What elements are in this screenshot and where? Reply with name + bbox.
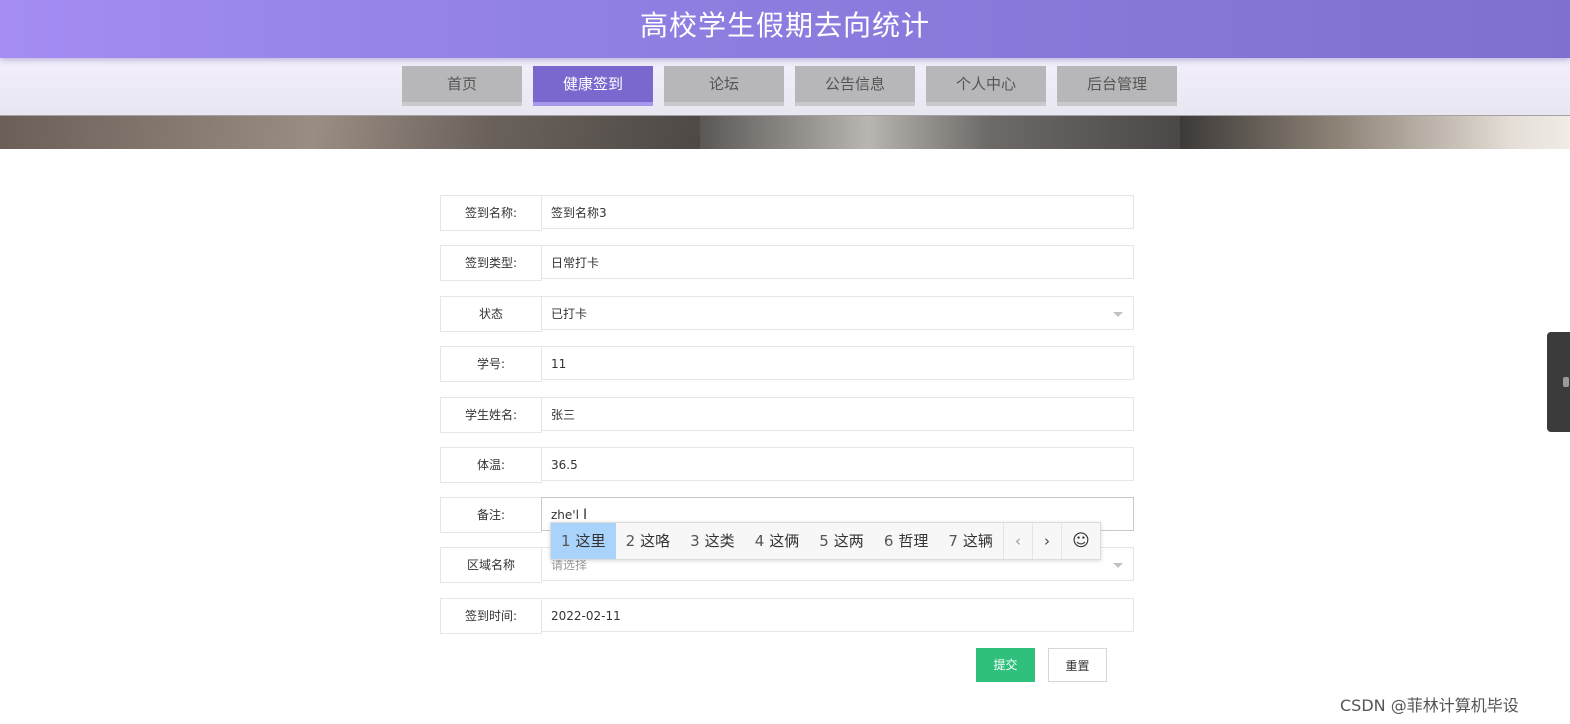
ime-candidate[interactable]: 4 这俩 [745,523,810,559]
handle-grip-icon [1563,377,1569,387]
status-select-value: 已打卡 [551,307,588,321]
reset-button[interactable]: 重置 [1048,648,1107,682]
checkin-type-input[interactable]: 日常打卡 [541,245,1134,279]
site-header: 高校学生假期去向统计 [0,0,1570,58]
chevron-down-icon [1113,312,1123,317]
form-row-student-id: 学号: 11 [440,346,1136,382]
field-label: 区域名称 [440,547,542,583]
ime-candidate[interactable]: 1 这里 [551,523,616,559]
ime-candidate[interactable]: 5 这两 [809,523,874,559]
watermark: CSDN @菲林计算机毕设 [1340,696,1519,715]
nav-item-forum[interactable]: 论坛 [664,66,784,106]
text-cursor-icon: I [583,507,588,523]
ime-candidate-bar: 1 这里 2 这咯 3 这类 4 这俩 5 这两 6 哲理 7 这辆 ‹ › ☺ [550,522,1101,560]
form-row-temperature: 体温: 36.5 [440,447,1136,483]
chevron-left-icon[interactable]: ‹ [1002,523,1032,559]
checkin-name-input[interactable]: 签到名称3 [541,195,1134,229]
submit-button[interactable]: 提交 [976,648,1035,682]
banner-photo-segment [700,116,1180,149]
ime-candidate[interactable]: 7 这辆 [938,523,1003,559]
field-label: 备注: [440,497,542,533]
banner-photo-segment [1180,116,1570,149]
main-nav: 首页 健康签到 论坛 公告信息 个人中心 后台管理 [402,66,1177,106]
student-id-input[interactable]: 11 [541,346,1134,380]
banner-photo-segment [0,116,700,149]
emoji-icon[interactable]: ☺ [1060,523,1100,559]
form-row-checkin-name: 签到名称: 签到名称3 [440,195,1136,231]
status-select[interactable]: 已打卡 [541,296,1134,330]
field-label: 体温: [440,447,542,483]
field-label: 签到时间: [440,598,542,634]
ime-candidate[interactable]: 2 这咯 [616,523,681,559]
field-label: 签到类型: [440,245,542,281]
site-title: 高校学生假期去向统计 [639,9,930,42]
field-label: 状态 [440,296,542,332]
ime-candidate[interactable]: 3 这类 [680,523,745,559]
student-name-input[interactable]: 张三 [541,397,1134,431]
form-row-student-name: 学生姓名: 张三 [440,397,1136,433]
checkin-time-input[interactable]: 2022-02-11 [541,598,1134,632]
field-label: 学号: [440,346,542,382]
region-select-placeholder: 请选择 [551,558,588,572]
side-drawer-handle[interactable] [1547,332,1570,432]
form-row-checkin-type: 签到类型: 日常打卡 [440,245,1136,281]
nav-item-personal-center[interactable]: 个人中心 [926,66,1046,106]
nav-item-admin[interactable]: 后台管理 [1057,66,1177,106]
nav-item-health-checkin[interactable]: 健康签到 [533,66,653,106]
form-row-status: 状态 已打卡 [440,296,1136,332]
temperature-input[interactable]: 36.5 [541,447,1134,481]
chevron-down-icon [1113,563,1123,568]
nav-item-home[interactable]: 首页 [402,66,522,106]
nav-item-announcements[interactable]: 公告信息 [795,66,915,106]
ime-candidate[interactable]: 6 哲理 [874,523,939,559]
chevron-right-icon[interactable]: › [1031,523,1061,559]
field-label: 签到名称: [440,195,542,231]
field-label: 学生姓名: [440,397,542,433]
form-row-checkin-time: 签到时间: 2022-02-11 [440,598,1136,634]
